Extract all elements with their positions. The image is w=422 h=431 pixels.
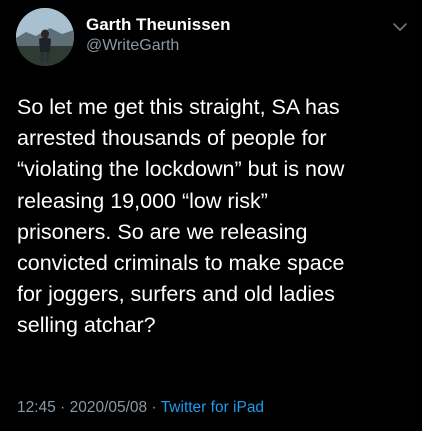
author-display-name[interactable]: Garth Theunissen <box>86 15 231 35</box>
tweet-card: Garth Theunissen @WriteGarth So let me g… <box>0 0 422 431</box>
tweet-source-link[interactable]: Twitter for iPad <box>161 399 264 416</box>
tweet-text-line: arrested thousands of people for <box>17 126 327 151</box>
tweet-time[interactable]: 12:45 <box>17 399 56 416</box>
avatar-image <box>16 8 74 66</box>
tweet-text-line: “violating the lockdown” but is now <box>17 157 345 182</box>
tweet-text-line: for joggers, surfers and old ladies <box>17 282 335 307</box>
tweet-text-line: convicted criminals to make space <box>17 251 345 276</box>
tweet-text-line: releasing 19,000 “low risk” <box>17 188 268 213</box>
meta-separator: · <box>151 399 157 416</box>
chevron-down-icon[interactable] <box>392 20 408 32</box>
tweet-text: So let me get this straight, SA has arre… <box>17 92 409 342</box>
tweet-date[interactable]: 2020/05/08 <box>70 399 148 416</box>
tweet-text-line: selling atchar? <box>17 313 156 338</box>
meta-separator: · <box>60 399 66 416</box>
author-handle[interactable]: @WriteGarth <box>86 37 179 55</box>
avatar[interactable] <box>16 8 74 66</box>
tweet-text-line: prisoners. So are we releasing <box>17 219 308 244</box>
tweet-metadata: 12:45 · 2020/05/08 · Twitter for iPad <box>17 399 264 417</box>
tweet-text-line: So let me get this straight, SA has <box>17 95 340 119</box>
